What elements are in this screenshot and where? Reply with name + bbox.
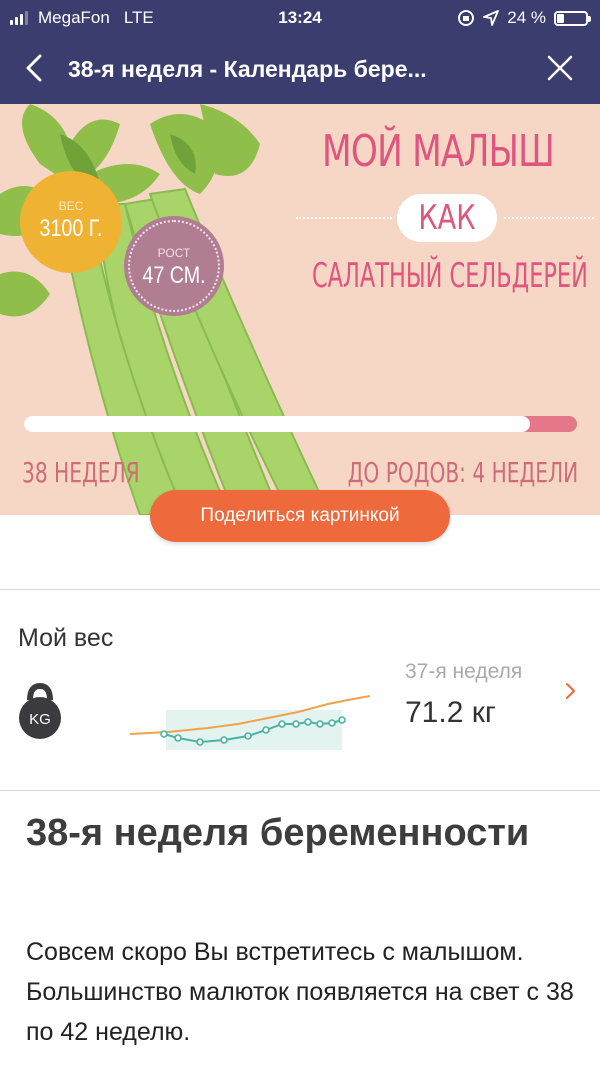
kettlebell-label: KG	[29, 711, 51, 728]
kettlebell-icon: KG	[19, 682, 61, 739]
battery-percent: 24 %	[507, 8, 546, 27]
current-weight-value: 71.2 кг	[405, 696, 496, 729]
weeks-left-label: ДО РОДОВ: 4 НЕДЕЛИ	[347, 456, 578, 489]
close-icon[interactable]	[542, 50, 578, 86]
page-title: 38-я неделя - Календарь бере...	[68, 56, 427, 82]
kak-text: КАК	[418, 198, 476, 238]
dotted-line-right	[504, 217, 594, 219]
weight-sparkline	[129, 695, 371, 750]
article-title: 38-я неделя беременности	[26, 812, 530, 854]
nav-bar: 38-я неделя - Календарь бере...	[0, 36, 600, 104]
hero-title: МОЙ МАЛЫШ	[322, 126, 555, 177]
height-badge: РОСТ 47 СМ.	[124, 216, 224, 316]
divider	[0, 589, 600, 590]
baby-size-banner: МОЙ МАЛЫШ КАК САЛАТНЫЙ СЕЛЬДЕРЕЙ ВЕС 310…	[0, 104, 600, 515]
dotted-line-left	[296, 217, 392, 219]
battery-icon	[554, 10, 591, 26]
top-bar: MegaFon LTE 13:24 24 % 38-я неделя - Кал…	[0, 0, 600, 104]
article-body: Совсем скоро Вы встретитесь с малышом. Б…	[26, 938, 574, 1046]
weight-card-title: Мой вес	[18, 624, 114, 652]
chevron-right-icon[interactable]	[562, 680, 580, 702]
location-icon	[483, 10, 500, 26]
divider	[0, 790, 600, 791]
share-picture-button[interactable]: Поделиться картинкой	[150, 490, 450, 542]
pregnancy-progress-bar	[24, 416, 577, 432]
progress-fill	[24, 416, 530, 432]
rotation-lock-icon	[458, 10, 475, 26]
current-week-label: 38 НЕДЕЛЯ	[22, 456, 140, 489]
kak-pill: КАК	[397, 194, 497, 242]
back-chevron-icon[interactable]	[18, 50, 54, 86]
weight-badge: ВЕС 3100 Г.	[20, 171, 122, 273]
previous-week-label: 37-я неделя	[405, 660, 523, 683]
weight-badge-label: ВЕС	[58, 199, 84, 213]
hero-subtitle: САЛАТНЫЙ СЕЛЬДЕРЕЙ	[312, 256, 588, 296]
status-right: 24 %	[457, 8, 591, 28]
weight-badge-value: 3100 Г.	[39, 215, 103, 242]
height-badge-label: РОСТ	[157, 246, 191, 260]
height-badge-value: 47 СМ.	[142, 262, 206, 289]
status-bar: MegaFon LTE 13:24 24 %	[0, 0, 600, 36]
